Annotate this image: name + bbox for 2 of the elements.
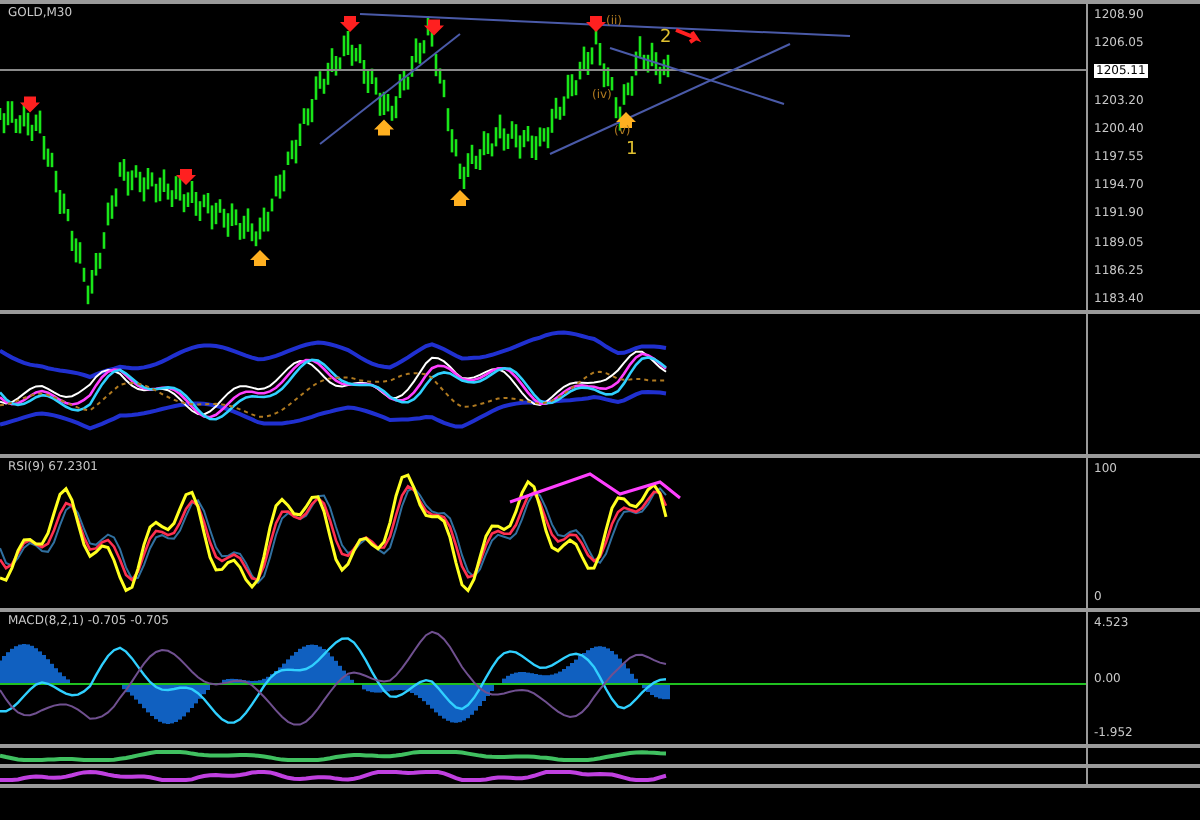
wave-label: 1 [626,140,638,160]
wave-label: 2 [660,28,672,48]
